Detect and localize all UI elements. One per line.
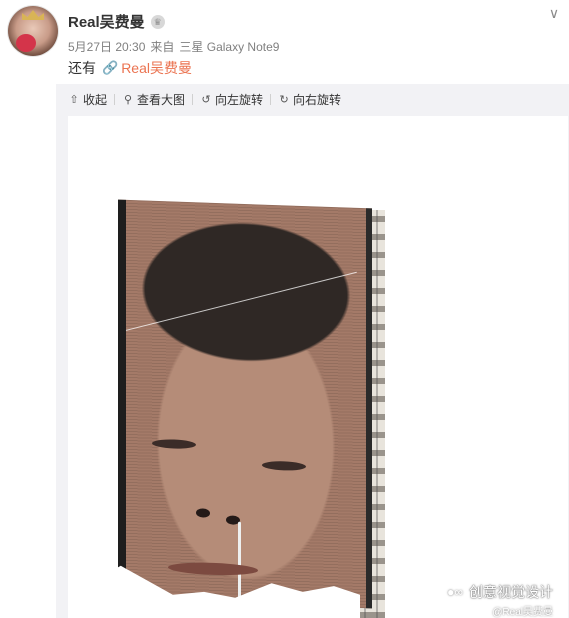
rotate-left-icon: ↺ (201, 93, 211, 106)
from-label: 来自 (150, 40, 175, 54)
weibo-logo-icon: ●∞ (447, 585, 463, 599)
device-name[interactable]: 三星 Galaxy Note9 (179, 38, 279, 55)
post-meta: 5月27日 20:30 来自 三星 Galaxy Note9 (68, 38, 279, 55)
left-eye (152, 438, 196, 450)
crown-decoration (22, 10, 44, 20)
image-toolbar: ⇧ 收起 ⚲ 查看大图 ↺ 向左旋转 ↻ 向右旋转 (68, 89, 341, 109)
link-icon: 🔗 (102, 60, 119, 75)
more-options-chevron-icon[interactable]: ∨ (547, 6, 561, 20)
user-name-text[interactable]: Real吴费曼 (68, 11, 145, 32)
view-large-button[interactable]: ⚲ 查看大图 (122, 91, 185, 108)
lips (168, 561, 258, 577)
billboard-face-image[interactable] (118, 199, 372, 609)
rotate-right-label: 向右旋转 (293, 92, 342, 107)
collapse-label: 收起 (83, 92, 108, 107)
post-content: 还有 🔗 Real吴费曼 (68, 58, 192, 78)
user-link[interactable]: 🔗 Real吴费曼 (102, 58, 192, 78)
rotate-right-icon: ↻ (279, 93, 289, 106)
drip-stream (238, 521, 241, 602)
rotate-left-button[interactable]: ↺ 向左旋转 (200, 91, 263, 108)
collapse-icon: ⇧ (69, 93, 79, 106)
zoom-icon: ⚲ (123, 93, 133, 106)
user-link-text[interactable]: Real吴费曼 (121, 58, 192, 78)
user-avatar[interactable] (8, 6, 58, 56)
toolbar-divider (192, 93, 194, 105)
user-name[interactable]: Real吴费曼 ♛ (68, 11, 165, 32)
vip-badge-icon: ♛ (150, 14, 165, 29)
rotate-left-label: 向左旋转 (215, 92, 264, 107)
nostril (196, 508, 210, 518)
watermark-sub-text: @Real吴费曼 (492, 607, 553, 618)
toolbar-divider (114, 93, 116, 105)
view-large-label: 查看大图 (137, 92, 186, 107)
collapse-button[interactable]: ⇧ 收起 (68, 91, 107, 108)
toolbar-divider (270, 93, 272, 105)
watermark: ●∞ 创意视觉设计 @Real吴费曼 (445, 582, 553, 618)
flower-decoration (16, 34, 36, 52)
post-date[interactable]: 5月27日 20:30 (68, 38, 145, 55)
cable-line (125, 271, 357, 331)
watermark-main: ●∞ 创意视觉设计 (445, 582, 553, 602)
weibo-post: Real吴费曼 ♛ ∨ 5月27日 20:30 来自 三星 Galaxy Not… (0, 0, 569, 618)
post-text: 还有 (68, 60, 96, 76)
rotate-right-button[interactable]: ↻ 向右旋转 (278, 91, 341, 108)
right-eye (262, 460, 306, 472)
watermark-main-text: 创意视觉设计 (469, 584, 553, 600)
